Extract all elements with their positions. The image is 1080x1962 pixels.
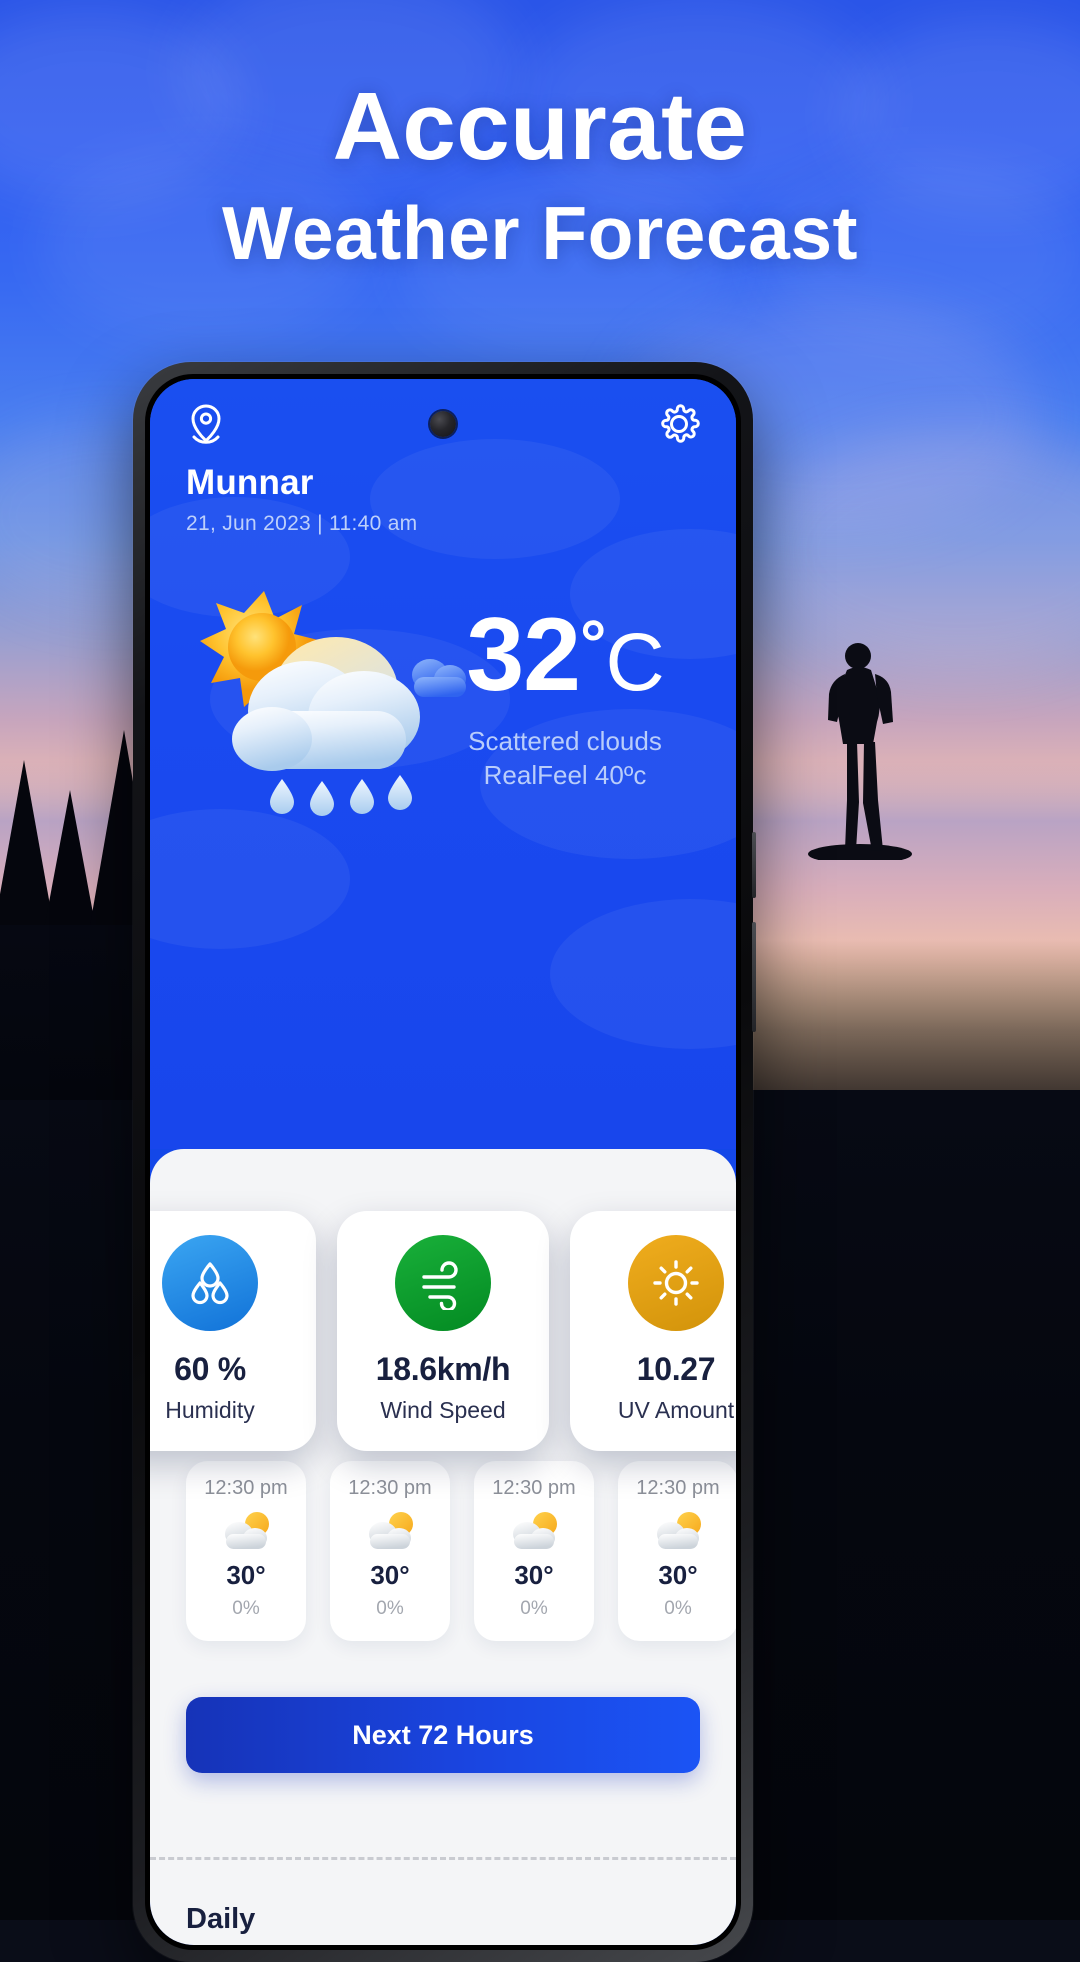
sun-behind-cloud-icon: [215, 1508, 277, 1554]
stat-cards: 60 % Humidity 18.6km/h Wind Speed 10.27 …: [150, 1211, 736, 1451]
hourly-precipitation: 0%: [520, 1598, 548, 1619]
water-drops-icon: [162, 1235, 258, 1331]
front-camera: [430, 411, 456, 437]
sun-behind-cloud-icon: [503, 1508, 565, 1554]
realfeel-temperature: RealFeel 40ºc: [483, 759, 647, 790]
humidity-value: 60 %: [174, 1351, 246, 1387]
promo-headline: Accurate Weather Forecast: [0, 75, 1080, 275]
hourly-item[interactable]: 12:30 pm 30° 0%: [186, 1461, 306, 1641]
location-block: Munnar 21, Jun 2023 | 11:40 am: [186, 463, 417, 536]
hourly-time: 12:30 pm: [204, 1477, 288, 1499]
sun-behind-rain-cloud-icon: [186, 583, 456, 833]
hourly-temperature: 30°: [514, 1560, 554, 1590]
hourly-precipitation: 0%: [232, 1598, 260, 1619]
stat-card-uv[interactable]: 10.27 UV Amount: [570, 1211, 736, 1451]
hourly-time: 12:30 pm: [492, 1477, 576, 1499]
location-pin-icon[interactable]: [184, 401, 228, 452]
phone-bezel: Munnar 21, Jun 2023 | 11:40 am 32°C Scat…: [145, 374, 741, 1950]
hourly-temperature: 30°: [658, 1560, 698, 1590]
gear-icon[interactable]: [656, 401, 702, 452]
volume-button[interactable]: [752, 922, 756, 1032]
sun-behind-cloud-icon: [359, 1508, 421, 1554]
current-weather: 32°C Scattered clouds RealFeel 40ºc: [150, 579, 736, 859]
wind-value: 18.6km/h: [375, 1351, 511, 1387]
humidity-label: Humidity: [165, 1397, 255, 1423]
hourly-time: 12:30 pm: [636, 1477, 720, 1499]
date-time: 21, Jun 2023 | 11:40 am: [186, 512, 418, 535]
temperature-block: 32°C Scattered clouds RealFeel 40ºc: [412, 597, 710, 793]
uv-label: UV Amount: [617, 1397, 735, 1423]
uv-value: 10.27: [636, 1351, 716, 1387]
next-72-hours-button[interactable]: Next 72 Hours: [186, 1697, 700, 1773]
stat-card-wind[interactable]: 18.6km/h Wind Speed: [337, 1211, 549, 1451]
hiker-silhouette: [800, 630, 920, 864]
hourly-temperature: 30°: [370, 1560, 410, 1590]
stat-card-humidity[interactable]: 60 % Humidity: [150, 1211, 316, 1451]
phone-mockup: Munnar 21, Jun 2023 | 11:40 am 32°C Scat…: [133, 362, 756, 1962]
wind-label: Wind Speed: [380, 1397, 506, 1423]
hourly-forecast-list[interactable]: 12:30 pm 30° 0% 12:30 pm 30° 0% 12:30 pm…: [186, 1461, 736, 1641]
sun-icon: [628, 1235, 724, 1331]
city-name: Munnar: [186, 463, 314, 502]
weather-condition: Scattered clouds: [468, 725, 662, 756]
hourly-item[interactable]: 12:30 pm 30° 0%: [618, 1461, 736, 1641]
wind-icon: [395, 1235, 491, 1331]
app-screen: Munnar 21, Jun 2023 | 11:40 am 32°C Scat…: [150, 379, 736, 1945]
hourly-precipitation: 0%: [376, 1598, 404, 1619]
headline-line-2: Weather Forecast: [221, 190, 858, 275]
hourly-precipitation: 0%: [664, 1598, 692, 1619]
section-divider: [150, 1857, 736, 1860]
power-button[interactable]: [752, 832, 756, 898]
headline-line-1: Accurate: [332, 73, 748, 180]
hourly-item[interactable]: 12:30 pm 30° 0%: [474, 1461, 594, 1641]
hourly-temperature: 30°: [226, 1560, 266, 1590]
hourly-time: 12:30 pm: [348, 1477, 432, 1499]
sun-behind-cloud-icon: [647, 1508, 709, 1554]
hourly-item[interactable]: 12:30 pm 30° 0%: [330, 1461, 450, 1641]
current-temperature: 32°C: [466, 597, 664, 713]
header-cloud: [550, 899, 736, 1049]
